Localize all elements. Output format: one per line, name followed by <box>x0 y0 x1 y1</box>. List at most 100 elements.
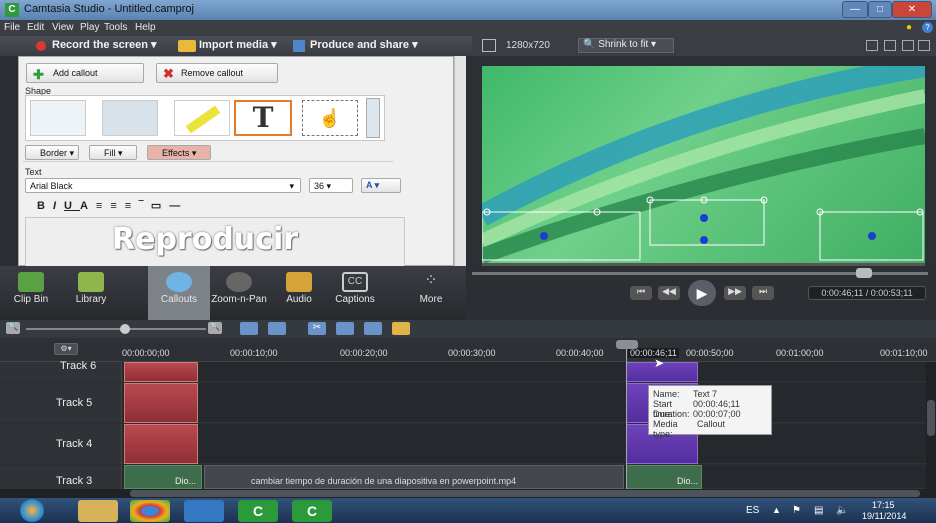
align-center-button[interactable]: ≡ <box>110 200 124 212</box>
tab-clip-bin[interactable]: Clip Bin <box>0 266 62 320</box>
media-clip[interactable] <box>124 424 198 464</box>
align-left-button[interactable]: ≡ <box>96 200 110 212</box>
maximize-icon[interactable]: □ <box>868 1 892 18</box>
tab-library[interactable]: Library <box>60 266 122 320</box>
fullscreen-icon[interactable] <box>902 40 914 51</box>
track-header[interactable]: Track 6 <box>0 360 122 382</box>
border-button[interactable]: Border ▾ <box>25 145 79 160</box>
playback-thumb[interactable] <box>856 268 872 278</box>
video-preview[interactable] <box>482 66 925 263</box>
hand-shape-icon[interactable]: ☝ <box>302 100 358 136</box>
explorer-icon[interactable] <box>78 500 118 522</box>
speech-bubble-shape-icon[interactable] <box>30 100 86 136</box>
cut-icon[interactable]: ✂ <box>308 322 326 335</box>
zoom-thumb[interactable] <box>120 324 130 334</box>
panel-scrollbar[interactable] <box>454 56 466 266</box>
callout-text-editor[interactable]: Reproducir <box>25 217 405 267</box>
handle-blue-1[interactable] <box>540 232 548 240</box>
window-icon[interactable] <box>918 40 930 51</box>
rewind-icon[interactable]: ◀◀ <box>658 286 680 300</box>
zoom-in-icon[interactable]: 🔍 <box>208 322 222 334</box>
tab-captions[interactable]: CC Captions <box>324 266 386 320</box>
tab-more[interactable]: ⁘ More <box>400 266 462 320</box>
split-icon[interactable] <box>336 322 354 335</box>
crop-icon[interactable] <box>482 39 496 52</box>
add-callout-button[interactable]: ✚ Add callout <box>26 63 144 83</box>
video-clip[interactable]: Dio... <box>626 465 702 489</box>
effects-button[interactable]: Effects ▾ <box>147 145 211 160</box>
menu-tools[interactable]: Tools <box>104 22 127 33</box>
menu-edit[interactable]: Edit <box>27 22 44 33</box>
font-color-button[interactable]: A ▾ <box>361 178 401 193</box>
menu-help[interactable]: Help <box>135 22 156 33</box>
video-clip[interactable]: Dio... <box>124 465 202 489</box>
play-button[interactable]: ▶ <box>688 280 716 306</box>
forward-icon[interactable]: ▶▶ <box>724 286 746 300</box>
handle-blue-4[interactable] <box>868 232 876 240</box>
highlight-button[interactable]: A <box>80 200 96 212</box>
flag-icon[interactable]: ⚑ <box>792 505 801 516</box>
playhead-handle[interactable] <box>616 340 638 349</box>
language-indicator[interactable]: ES <box>746 505 759 516</box>
track-header[interactable]: Track 4 <box>0 424 122 464</box>
fill-button[interactable]: Fill ▾ <box>89 145 137 160</box>
handle-blue-3[interactable] <box>700 236 708 244</box>
media-clip[interactable] <box>124 383 198 423</box>
strike-button[interactable]: — <box>169 200 188 212</box>
tab-callouts[interactable]: Callouts <box>148 266 210 320</box>
app-icon-taskbar[interactable] <box>184 500 224 522</box>
track-header[interactable]: Track 5 <box>0 383 122 423</box>
text-shape-icon[interactable]: T <box>234 100 292 136</box>
menu-view[interactable]: View <box>52 22 74 33</box>
volume-icon[interactable]: 🔈 <box>836 505 848 516</box>
import-media-button[interactable]: Import media ▾ <box>199 38 277 51</box>
detach-icon[interactable] <box>866 40 878 51</box>
font-size-dropdown[interactable]: 36 ▾ <box>309 178 353 193</box>
next-clip-icon[interactable]: ⏭ <box>752 286 774 300</box>
align-right-button[interactable]: ≡ <box>125 200 139 212</box>
resolution-dropdown[interactable]: 1280x720 <box>506 40 550 51</box>
format-buttons[interactable]: BIUA≡≡≡‾▭— <box>37 199 188 212</box>
camtasia-icon[interactable]: C <box>238 500 278 522</box>
lightbulb-icon[interactable]: ● <box>906 22 912 33</box>
start-button[interactable] <box>20 499 44 522</box>
produce-share-button[interactable]: Produce and share ▾ <box>310 38 418 51</box>
undo-icon[interactable] <box>240 322 258 335</box>
copy-icon[interactable] <box>364 322 382 335</box>
zoom-out-icon[interactable]: 🔍 <box>6 322 20 334</box>
handle-blue-2[interactable] <box>700 214 708 222</box>
underline-button[interactable]: U <box>64 200 80 212</box>
snapshot-icon[interactable] <box>884 40 896 51</box>
help-icon[interactable]: ? <box>922 22 933 33</box>
track-options-icon[interactable]: ⚙▾ <box>54 343 78 355</box>
tab-zoom-n-pan[interactable]: Zoom-n-Pan <box>208 266 270 320</box>
box-button[interactable]: ▭ <box>151 200 169 212</box>
previous-clip-icon[interactable]: ⏮ <box>630 286 652 300</box>
minimize-icon[interactable]: — <box>842 1 868 18</box>
remove-callout-button[interactable]: ✖ Remove callout <box>156 63 278 83</box>
clock-date[interactable]: 19/11/2014 <box>862 511 906 521</box>
scroll-thumb[interactable] <box>130 490 920 497</box>
show-hidden-icon[interactable]: ▲ <box>772 505 781 515</box>
menu-file[interactable]: File <box>4 22 20 33</box>
camtasia-recorder-icon[interactable]: C <box>292 500 332 522</box>
media-clip[interactable] <box>124 362 198 382</box>
zoom-dropdown[interactable]: 🔍 Shrink to fit ▾ <box>578 38 674 53</box>
zoom-slider[interactable] <box>26 328 206 330</box>
font-dropdown[interactable]: Arial Black ▾ <box>25 178 301 193</box>
video-clip[interactable]: cambiar tiempo de duración de una diapos… <box>204 465 624 489</box>
redo-icon[interactable] <box>268 322 286 335</box>
italic-button[interactable]: I <box>53 200 64 212</box>
clock-time[interactable]: 17:15 <box>872 500 895 510</box>
overline-button[interactable]: ‾ <box>139 200 151 212</box>
close-icon[interactable]: ✕ <box>892 1 932 18</box>
gallery-scroll[interactable] <box>366 98 380 138</box>
drop-shape-icon[interactable] <box>102 100 158 136</box>
network-icon[interactable]: ▤ <box>814 505 823 516</box>
record-screen-button[interactable]: Record the screen ▾ <box>52 38 157 51</box>
track-header[interactable]: Track 3 <box>0 465 122 489</box>
highlight-shape-icon[interactable] <box>174 100 230 136</box>
chrome-icon[interactable] <box>130 500 170 522</box>
tab-audio[interactable]: Audio <box>268 266 330 320</box>
track-scroll-thumb[interactable] <box>927 400 935 436</box>
